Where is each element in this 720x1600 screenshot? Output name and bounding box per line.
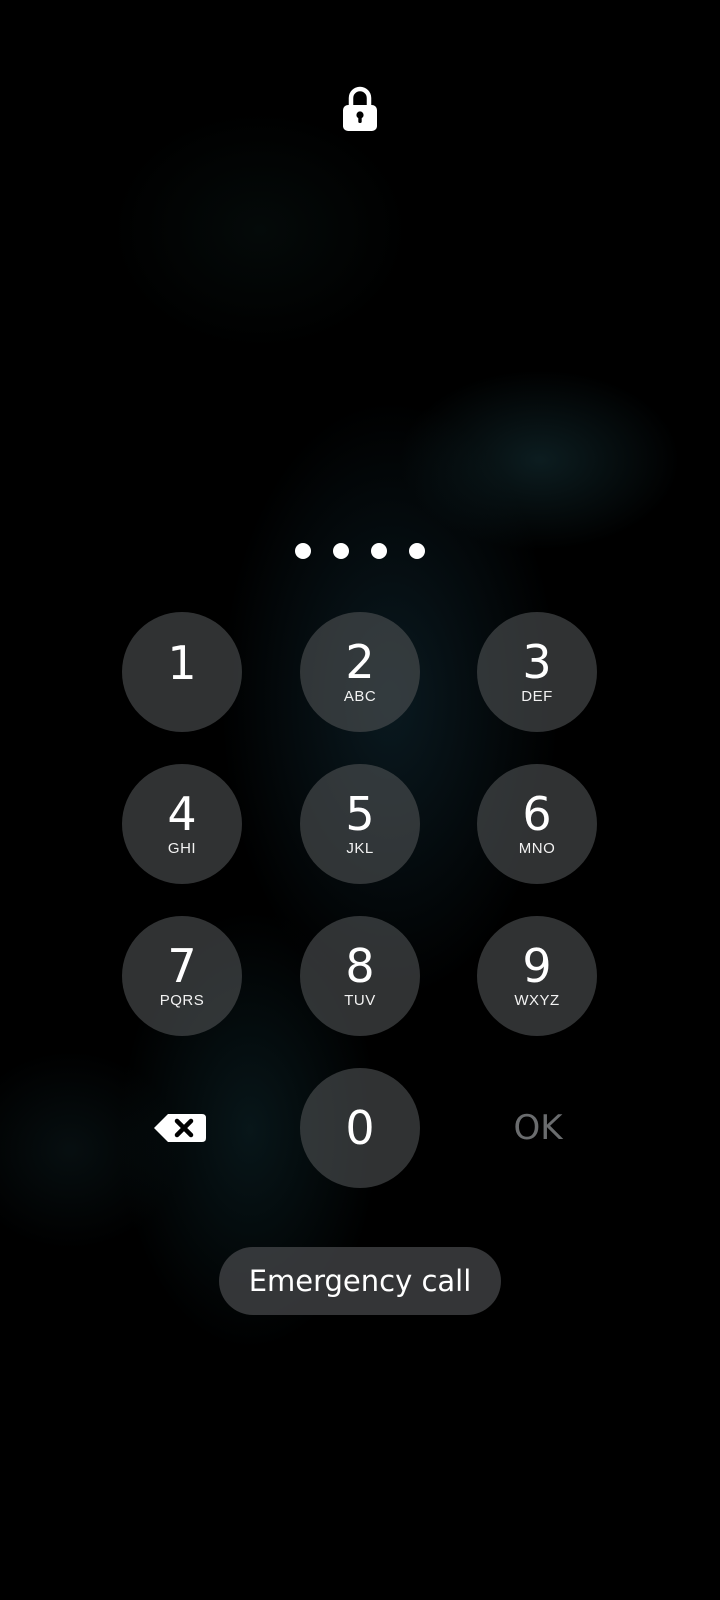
- key-letters: PQRS: [159, 992, 205, 1009]
- ok-button[interactable]: OK: [478, 1108, 598, 1148]
- key-letters: TUV: [344, 992, 376, 1009]
- pin-dot: [295, 543, 311, 559]
- key-letters: JKL: [346, 840, 374, 857]
- key-digit: 2: [345, 635, 375, 689]
- backspace-icon[interactable]: [152, 1110, 208, 1146]
- keypad-key-6[interactable]: 6 MNO: [477, 764, 597, 884]
- keypad-key-7[interactable]: 7 PQRS: [122, 916, 242, 1036]
- keypad-key-5[interactable]: 5 JKL: [300, 764, 420, 884]
- key-digit: 4: [167, 787, 197, 841]
- key-letters: ABC: [343, 688, 377, 705]
- lock-icon: [343, 86, 377, 131]
- key-digit: 8: [345, 939, 375, 993]
- key-letters: GHI: [167, 840, 197, 857]
- key-digit: 9: [522, 939, 552, 993]
- key-digit: 6: [522, 787, 552, 841]
- key-letters: WXYZ: [514, 992, 560, 1009]
- key-letters: MNO: [518, 840, 556, 857]
- keypad-key-8[interactable]: 8 TUV: [300, 916, 420, 1036]
- keypad-key-1[interactable]: 1: [122, 612, 242, 732]
- keypad-key-4[interactable]: 4 GHI: [122, 764, 242, 884]
- key-digit: 0: [345, 1101, 375, 1155]
- key-digit: 7: [167, 939, 197, 993]
- keypad-key-0[interactable]: 0: [300, 1068, 420, 1188]
- keypad-key-2[interactable]: 2 ABC: [300, 612, 420, 732]
- key-digit: 3: [522, 635, 552, 689]
- key-digit: 1: [167, 636, 197, 690]
- key-digit: 5: [345, 787, 375, 841]
- key-letters: DEF: [521, 688, 553, 705]
- keypad-key-3[interactable]: 3 DEF: [477, 612, 597, 732]
- pin-dot: [333, 543, 349, 559]
- keypad-key-9[interactable]: 9 WXYZ: [477, 916, 597, 1036]
- pin-dot: [409, 543, 425, 559]
- pin-entry-indicator: [0, 543, 720, 561]
- pin-dot: [371, 543, 387, 559]
- emergency-call-button[interactable]: Emergency call: [219, 1247, 501, 1315]
